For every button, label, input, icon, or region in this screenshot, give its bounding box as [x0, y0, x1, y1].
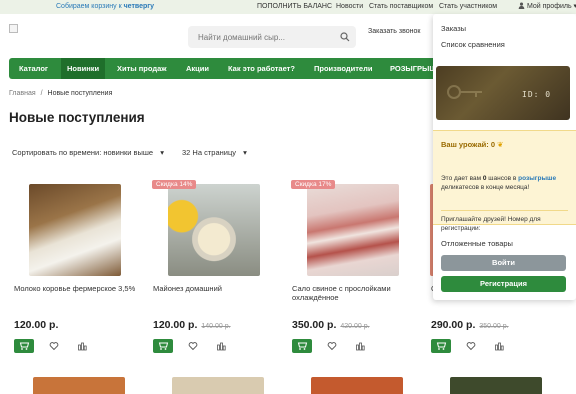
menu-item-orders[interactable]: Заказы [441, 24, 466, 33]
harvest-description: Это дает вам 0 шансов в розыгрыше делика… [441, 174, 569, 192]
chevron-down-icon: ▾ [160, 148, 164, 157]
promo-text: Собираем корзину к [56, 3, 124, 10]
breadcrumb-current: Новые поступления [47, 90, 113, 97]
product-price: 290.00 р. 350.00 р. [431, 319, 509, 331]
nav-item-catalog[interactable]: Каталог [19, 58, 48, 79]
product-name[interactable]: Майонез домашний [153, 284, 283, 293]
heart-icon[interactable] [327, 341, 337, 351]
breadcrumb: Главная / Новые поступления [9, 90, 112, 97]
product-image[interactable] [311, 377, 403, 394]
harvest-text: шансов в [486, 175, 519, 182]
product-image[interactable] [450, 377, 542, 394]
product-price: 350.00 р. 420.00 р. [292, 319, 370, 331]
top-link-balance[interactable]: ПОПОЛНИТЬ БАЛАНС [257, 0, 332, 14]
discount-badge: Скидка 14% [152, 180, 197, 189]
harvest-text: Это дает вам [441, 175, 483, 182]
harvest-title: Ваш урожай: 0 ❦ [441, 140, 503, 149]
invite-text: Приглашайте друзей! Номер для регистраци… [441, 216, 541, 232]
user-icon [518, 2, 525, 9]
search-icon[interactable] [340, 32, 350, 42]
heart-icon[interactable] [49, 341, 59, 351]
compare-icon[interactable] [494, 341, 504, 351]
nav-item-hits[interactable]: Хиты продаж [117, 58, 167, 79]
chevron-down-icon: ▾ [243, 148, 247, 157]
product-image[interactable] [172, 377, 264, 394]
sort-select-value: Сортировать по времени: новинки выше [12, 148, 154, 157]
product-price: 120.00 р. 140.00 р. [153, 319, 231, 331]
compare-icon[interactable] [216, 341, 226, 351]
cart-icon [436, 342, 447, 350]
top-link-member[interactable]: Стать участником [439, 0, 497, 14]
old-price: 420.00 р. [340, 323, 370, 330]
top-link-supplier[interactable]: Стать поставщиком [369, 0, 433, 14]
main-nav: Каталог Новинки Хиты продаж Акции Как эт… [9, 58, 435, 79]
member-card: ID: 0 [436, 66, 570, 120]
sort-select[interactable]: Сортировать по времени: новинки выше ▾ [12, 148, 164, 157]
nav-item-producers[interactable]: Производители [314, 58, 372, 79]
harvest-panel: Ваш урожай: 0 ❦ Это дает вам 0 шансов в … [433, 130, 576, 232]
breadcrumb-separator: / [40, 90, 43, 97]
price-value: 290.00 р. [431, 319, 476, 331]
profile-dropdown: Заказы Список сравнения ID: 0 Ваш урожай… [433, 14, 576, 300]
corn-icon: ❦ [497, 140, 504, 149]
price-value: 120.00 р. [153, 319, 198, 331]
register-button[interactable]: Регистрация [441, 276, 566, 292]
product-price: 120.00 р. [14, 319, 58, 331]
cart-icon [158, 342, 169, 350]
page-title: Новые поступления [9, 110, 145, 125]
giveaway-link[interactable]: розыгрыше [518, 175, 556, 182]
profile-menu[interactable]: Мой профиль ▾ [518, 0, 576, 14]
site-logo[interactable] [9, 24, 18, 33]
callback-link[interactable]: Заказать звонок [368, 28, 420, 35]
old-price: 350.00 р. [479, 323, 509, 330]
promo-day: четвергу [123, 3, 155, 10]
discount-badge: Скидка 17% [291, 180, 336, 189]
old-price: 140.00 р. [201, 323, 231, 330]
harvest-title-text: Ваш урожай: 0 [441, 140, 496, 149]
product-image-mayonnaise[interactable] [168, 184, 260, 276]
heart-icon[interactable] [466, 341, 476, 351]
add-to-cart-button[interactable] [292, 339, 312, 353]
product-name[interactable]: Молоко коровье фермерское 3,5% [14, 284, 144, 293]
compare-icon[interactable] [355, 341, 365, 351]
top-link-news[interactable]: Новости [336, 0, 363, 14]
key-icon [447, 85, 482, 99]
price-value: 120.00 р. [14, 319, 59, 331]
add-to-cart-button[interactable] [14, 339, 34, 353]
harvest-text: деликатесов в конце месяца! [441, 184, 530, 191]
per-page-value: 32 На страницу [182, 148, 237, 157]
menu-item-compare[interactable]: Список сравнения [441, 40, 505, 49]
product-name[interactable]: Сало свиное с прослойками охлаждённое [292, 284, 422, 302]
add-to-cart-button[interactable] [431, 339, 451, 353]
product-image-salo[interactable] [307, 184, 399, 276]
nav-item-new[interactable]: Новинки [61, 58, 106, 79]
top-bar: Собираем корзину к четвергу ПОПОЛНИТЬ БА… [0, 0, 576, 14]
heart-icon[interactable] [188, 341, 198, 351]
price-value: 350.00 р. [292, 319, 337, 331]
divider [441, 210, 568, 211]
product-image[interactable] [33, 377, 125, 394]
add-to-cart-button[interactable] [153, 339, 173, 353]
per-page-select[interactable]: 32 На страницу ▾ [182, 148, 247, 157]
menu-item-deferred[interactable]: Отложенные товары [441, 239, 513, 248]
nav-item-sales[interactable]: Акции [186, 58, 209, 79]
product-image-milk[interactable] [29, 184, 121, 276]
profile-label: Мой профиль [526, 3, 572, 10]
cart-icon [297, 342, 308, 350]
nav-item-giveaway[interactable]: РОЗЫГРЫШ [390, 58, 435, 79]
cart-icon [19, 342, 30, 350]
promo-banner[interactable]: Собираем корзину к четвергу [56, 0, 154, 14]
nav-item-how-it-works[interactable]: Как это работает? [228, 58, 295, 79]
compare-icon[interactable] [77, 341, 87, 351]
login-button[interactable]: Войти [441, 255, 566, 271]
member-id: ID: 0 [522, 90, 552, 99]
search-input[interactable] [188, 26, 356, 48]
breadcrumb-home[interactable]: Главная [9, 90, 36, 97]
